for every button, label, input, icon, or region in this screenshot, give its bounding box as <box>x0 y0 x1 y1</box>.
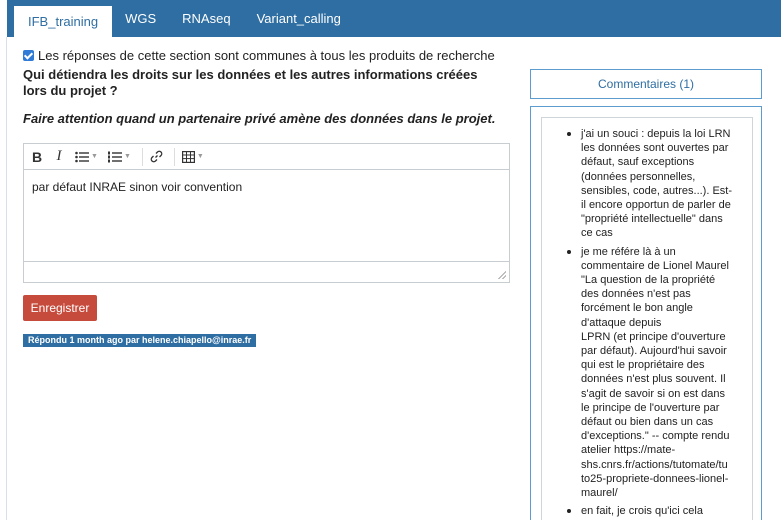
editor-toolbar: B I ▼ ▼ ▼ <box>24 144 509 170</box>
tab-ifb-training[interactable]: IFB_training <box>14 3 113 37</box>
answer-textarea[interactable]: par défaut INRAE sinon voir convention <box>24 170 509 262</box>
comment-item: je me référe là à un commentaire de Lion… <box>561 245 748 501</box>
comment-item: j'ai un souci : depuis la loi LRN les do… <box>561 127 748 241</box>
toolbar-divider <box>141 147 143 166</box>
toolbar-divider <box>173 147 175 166</box>
question-guidance: Faire attention quand un partenaire priv… <box>23 111 496 126</box>
comments-scroll-area: j'ai un souci : depuis la loi LRN les do… <box>541 117 753 520</box>
comments-toggle[interactable]: Commentaires (1) <box>530 69 762 99</box>
comments-panel: j'ai un souci : depuis la loi LRN les do… <box>530 106 762 520</box>
bullet-list-icon[interactable]: ▼ <box>72 147 101 167</box>
chevron-down-icon: ▼ <box>196 153 204 160</box>
bold-icon[interactable]: B <box>28 147 46 167</box>
common-answers-row: Les réponses de cette section sont commu… <box>23 48 495 63</box>
answered-badge: Répondu 1 month ago par helene.chiapello… <box>23 334 257 347</box>
question-text: Qui détiendra les droits sur les données… <box>23 67 478 98</box>
content-left-border <box>6 37 7 520</box>
common-answers-checkbox[interactable] <box>23 50 34 61</box>
comment-text: j'ai un souci : depuis la loi LRN les do… <box>581 128 733 240</box>
tab-rnaseq[interactable]: RNAseq <box>169 0 243 37</box>
comments-list: j'ai un souci : depuis la loi LRN les do… <box>542 118 752 520</box>
comment-item: en fait, je crois qu'ici cela demandera … <box>561 504 748 520</box>
numbered-list-icon[interactable]: ▼ <box>105 147 134 167</box>
italic-icon[interactable]: I <box>50 147 68 167</box>
chevron-down-icon: ▼ <box>123 153 131 160</box>
chevron-down-icon: ▼ <box>91 153 98 160</box>
tab-variant-calling[interactable]: Variant_calling <box>244 0 354 37</box>
table-icon[interactable]: ▼ <box>179 147 207 167</box>
comment-text: je me référe là à un commentaire de Lion… <box>581 245 730 500</box>
editor-statusbar <box>24 262 509 282</box>
answer-editor: B I ▼ ▼ ▼ par défaut INRAE sinon voir co… <box>23 143 510 283</box>
comment-text: en fait, je crois qu'ici cela demandera … <box>581 505 715 520</box>
section-tabs: IFB_training WGS RNAseq Variant_calling <box>0 0 781 37</box>
common-answers-label: Les réponses de cette section sont commu… <box>38 48 495 63</box>
tab-wgs[interactable]: WGS <box>112 0 169 37</box>
save-button[interactable]: Enregistrer <box>23 295 97 321</box>
link-icon[interactable] <box>147 147 166 167</box>
resize-handle-icon[interactable] <box>498 271 506 279</box>
